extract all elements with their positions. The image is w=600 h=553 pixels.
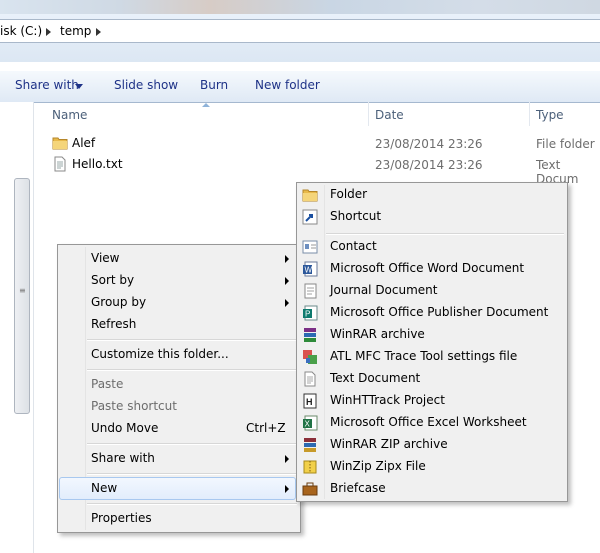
menu-separator: [326, 233, 564, 235]
svg-text:X: X: [305, 420, 311, 429]
file-date: 23/08/2014 23:26: [375, 137, 483, 151]
winrar-zip-icon: [304, 438, 316, 452]
menu-separator: [87, 503, 297, 505]
breadcrumb-arrow-icon[interactable]: [96, 28, 101, 36]
slide-show-button[interactable]: Slide show: [114, 78, 178, 92]
menu-item-view[interactable]: View: [91, 251, 119, 265]
new-item-shortcut[interactable]: Shortcut: [330, 209, 381, 223]
atl-trace-icon: [303, 350, 317, 364]
menu-item-sort-by[interactable]: Sort by: [91, 273, 134, 287]
breadcrumb-arrow-icon[interactable]: [46, 28, 51, 36]
journal-icon: [304, 283, 317, 299]
menu-separator: [87, 473, 297, 475]
new-folder-button[interactable]: New folder: [255, 78, 320, 92]
window-top-strip: [0, 0, 600, 14]
new-item-folder[interactable]: Folder: [330, 187, 367, 201]
folder-icon: [52, 137, 68, 150]
new-item-winrar[interactable]: WinRAR archive: [330, 327, 425, 341]
burn-button[interactable]: Burn: [200, 78, 228, 92]
column-header-type[interactable]: Type: [536, 108, 564, 122]
file-type: File folder: [536, 137, 595, 151]
new-item-journal[interactable]: Journal Document: [330, 283, 437, 297]
winrar-icon: [304, 328, 316, 342]
menu-item-share-with[interactable]: Share with: [91, 451, 155, 465]
column-header-name[interactable]: Name: [52, 108, 87, 122]
menu-gutter: [324, 185, 325, 499]
new-item-word[interactable]: Microsoft Office Word Document: [330, 261, 524, 275]
dropdown-arrow-icon[interactable]: [75, 84, 83, 89]
menu-item-new[interactable]: New: [91, 481, 117, 495]
file-date: 23/08/2014 23:26: [375, 158, 483, 172]
menu-separator: [87, 369, 297, 371]
new-item-winrar-zip[interactable]: WinRAR ZIP archive: [330, 437, 448, 451]
publisher-icon: P: [303, 305, 318, 321]
file-name: Hello.txt: [72, 157, 123, 171]
menu-item-refresh[interactable]: Refresh: [91, 317, 136, 331]
winzip-icon: [303, 460, 317, 474]
new-submenu: [296, 182, 568, 502]
text-file-icon: [54, 156, 66, 172]
svg-text:P: P: [305, 310, 310, 319]
menu-separator: [87, 339, 297, 341]
menu-item-customize[interactable]: Customize this folder...: [91, 347, 229, 361]
submenu-arrow-icon: [285, 255, 289, 263]
new-item-text-document[interactable]: Text Document: [330, 371, 420, 385]
new-item-publisher[interactable]: Microsoft Office Publisher Document: [330, 305, 548, 319]
briefcase-icon: [302, 482, 318, 496]
new-item-winzip[interactable]: WinZip Zipx File: [330, 459, 426, 473]
svg-text:W: W: [305, 266, 313, 275]
scroll-grip-icon[interactable]: ≡: [19, 287, 26, 299]
menu-item-paste: Paste: [91, 377, 124, 391]
winhttrack-icon: H: [303, 393, 317, 409]
folder-icon: [302, 189, 318, 202]
menu-item-undo-move[interactable]: Undo Move: [91, 421, 158, 435]
new-item-excel[interactable]: Microsoft Office Excel Worksheet: [330, 415, 527, 429]
column-header-date[interactable]: Date: [375, 108, 404, 122]
menu-item-paste-shortcut: Paste shortcut: [91, 399, 177, 413]
column-divider[interactable]: [368, 102, 369, 126]
breadcrumb-temp[interactable]: temp: [60, 24, 91, 38]
new-item-briefcase[interactable]: Briefcase: [330, 481, 386, 495]
submenu-arrow-icon: [285, 299, 289, 307]
svg-text:H: H: [306, 397, 313, 407]
breadcrumb-drive[interactable]: isk (C:): [0, 24, 42, 38]
new-item-contact[interactable]: Contact: [330, 239, 377, 253]
submenu-arrow-icon: [285, 455, 289, 463]
submenu-arrow-icon: [285, 277, 289, 285]
share-with-button[interactable]: Share with: [15, 78, 79, 92]
new-item-winhttrack[interactable]: WinHTTrack Project: [330, 393, 445, 407]
menu-item-properties[interactable]: Properties: [91, 511, 152, 525]
text-doc-icon: [304, 371, 316, 387]
shortcut-icon: [302, 209, 318, 225]
submenu-arrow-icon: [285, 485, 289, 493]
column-divider[interactable]: [529, 102, 530, 126]
menu-item-group-by[interactable]: Group by: [91, 295, 146, 309]
undo-shortcut-key: Ctrl+Z: [246, 421, 286, 435]
contact-icon: [302, 240, 318, 254]
new-item-atl-trace[interactable]: ATL MFC Trace Tool settings file: [330, 349, 517, 363]
file-name: Alef: [72, 136, 96, 150]
excel-icon: X: [303, 415, 318, 431]
word-doc-icon: W: [303, 261, 318, 277]
menu-separator: [87, 443, 297, 445]
sort-ascending-icon: [202, 103, 210, 107]
